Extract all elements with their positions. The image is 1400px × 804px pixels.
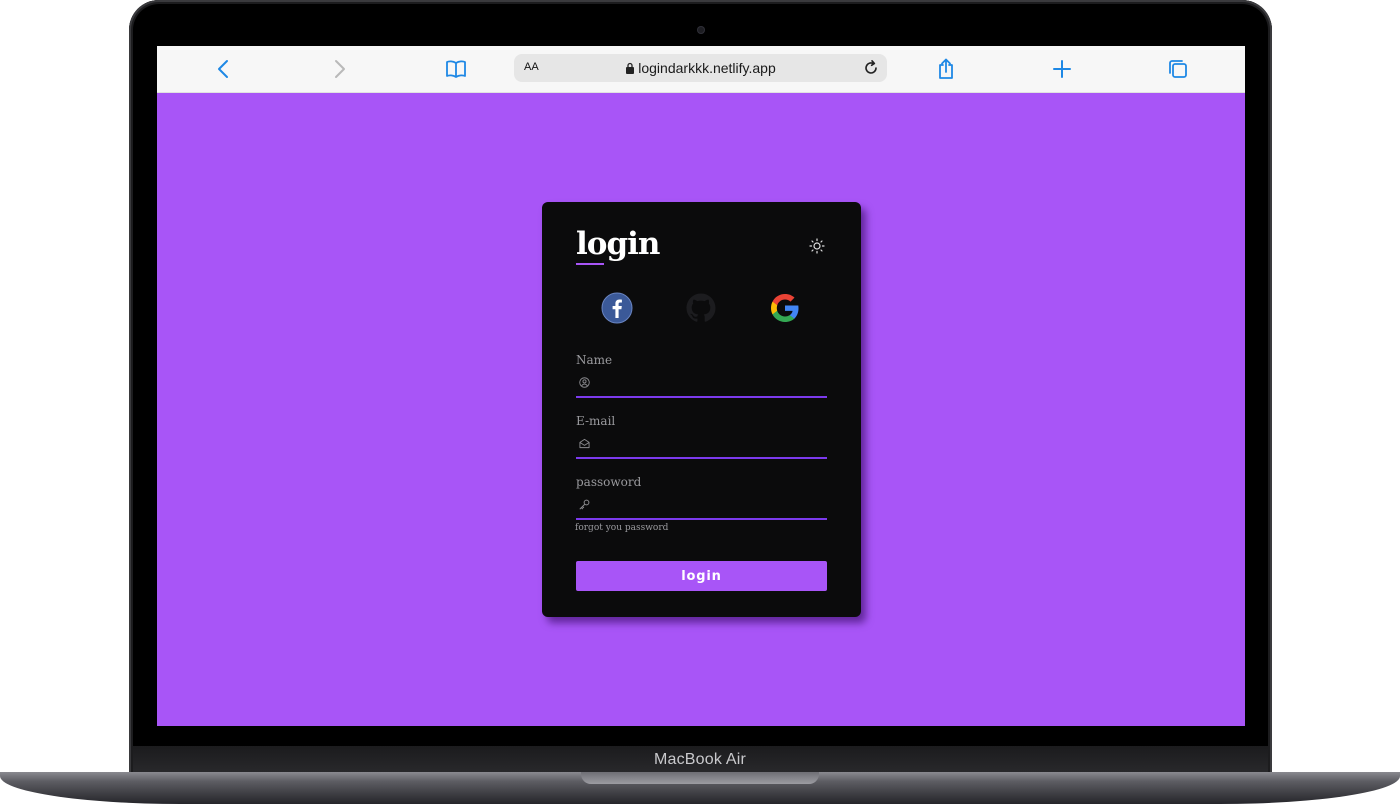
login-title: login	[576, 226, 660, 262]
password-input[interactable]	[596, 494, 828, 518]
reload-icon[interactable]	[861, 58, 881, 78]
back-icon[interactable]	[212, 57, 236, 81]
name-label: Name	[576, 353, 613, 367]
password-field[interactable]	[576, 494, 828, 520]
lock-icon	[626, 62, 635, 74]
login-card: login Name E-mail passoword forgot you p…	[542, 202, 861, 617]
envelope-icon	[579, 438, 590, 449]
email-label: E-mail	[576, 414, 616, 428]
sun-icon[interactable]	[809, 238, 825, 254]
google-icon[interactable]	[769, 292, 801, 324]
login-button[interactable]: login	[576, 561, 827, 591]
key-icon	[579, 499, 590, 510]
name-field[interactable]	[576, 372, 828, 398]
bookmarks-icon[interactable]	[444, 57, 468, 81]
forgot-password-link[interactable]: forgot you password	[575, 523, 668, 533]
forward-icon[interactable]	[327, 57, 351, 81]
safari-toolbar: AA logindarkkk.netlify.app	[157, 46, 1245, 93]
email-input[interactable]	[596, 433, 828, 457]
laptop-notch	[581, 772, 819, 784]
email-field[interactable]	[576, 433, 828, 459]
title-underline	[576, 263, 604, 265]
tabs-icon[interactable]	[1166, 57, 1190, 81]
camera	[697, 26, 705, 34]
share-icon[interactable]	[934, 57, 958, 81]
github-icon[interactable]	[685, 292, 717, 324]
user-icon	[579, 377, 590, 388]
url-text: logindarkkk.netlify.app	[638, 60, 776, 76]
brand-label: MacBook Air	[653, 751, 746, 768]
address-bar[interactable]: AA logindarkkk.netlify.app	[514, 54, 887, 82]
facebook-icon[interactable]	[601, 292, 633, 324]
password-label: passoword	[576, 475, 642, 489]
name-input[interactable]	[596, 372, 828, 396]
browser-screen: AA logindarkkk.netlify.app login Name E-…	[157, 46, 1245, 726]
new-tab-icon[interactable]	[1050, 57, 1074, 81]
